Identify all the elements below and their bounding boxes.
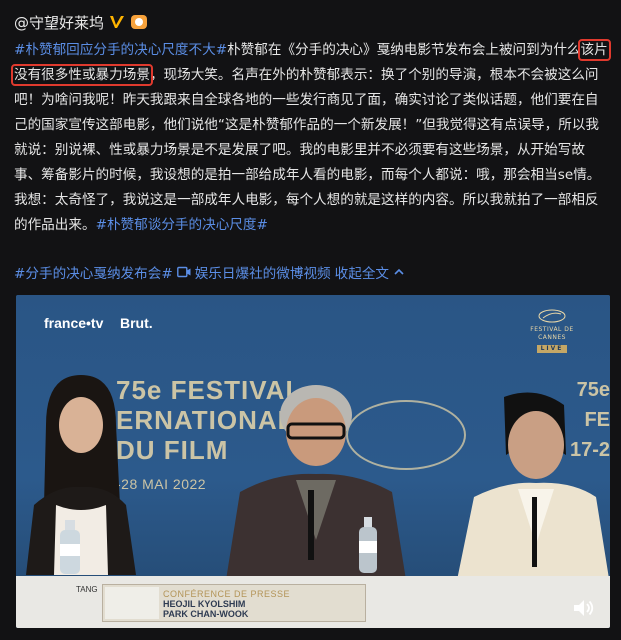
- panelist-center: [226, 385, 406, 580]
- press-conference-nameplate: CONFÉRENCE DE PRESSE HEOJIL KYOLSHIM PAR…: [102, 584, 366, 622]
- post-hashtag-link[interactable]: #朴赞郁回应分手的决心尺度不大#: [14, 42, 227, 58]
- water-bottle-center: [359, 517, 377, 573]
- cannes-nameplate-logo: [105, 587, 159, 619]
- brut-logo: Brut.: [120, 315, 153, 331]
- panelist-right: [456, 392, 610, 585]
- video-source-link[interactable]: 娱乐日爆社的微博视频: [195, 262, 331, 282]
- topic-hashtag-link[interactable]: #分手的决心戛纳发布会#: [14, 262, 173, 282]
- cannes-live-logo: FESTIVAL DE CANNES LIVE: [522, 309, 582, 353]
- nameplate-film: HEOJIL KYOLSHIM: [163, 599, 246, 609]
- post-body: #朴赞郁回应分手的决心尺度不大#朴赞郁在《分手的决心》戛纳电影节发布会上被问到为…: [11, 38, 611, 238]
- collapse-text-button[interactable]: 收起全文: [335, 262, 389, 282]
- speaker-mute-icon[interactable]: [572, 598, 596, 618]
- post-end-hashtag-link[interactable]: #朴赞郁谈分手的决心尺度#: [96, 217, 268, 233]
- post-text-1: 朴赞郁在《分手的决心》戛纳电影节发布会上被问到为什么: [227, 42, 581, 58]
- post-meta-row: #分手的决心戛纳发布会# 娱乐日爆社的微博视频 收起全文: [14, 262, 405, 282]
- fan-badge-icon: [131, 15, 148, 29]
- water-bottle-left: [60, 520, 80, 574]
- post-header: @守望好莱坞: [14, 10, 148, 34]
- live-badge: LIVE: [536, 345, 568, 353]
- france-tv-logo: france•tv: [44, 315, 104, 331]
- cannes-logo-text: FESTIVAL DE CANNES: [530, 326, 574, 341]
- video-player[interactable]: france•tv Brut. FESTIVAL DE CANNES LIVE …: [16, 295, 610, 628]
- verified-v-icon: [110, 16, 125, 28]
- nameplate-text: CONFÉRENCE DE PRESSE HEOJIL KYOLSHIM PAR…: [163, 589, 290, 619]
- post-text-2: ，现场大笑。名声在外的朴赞郁表示：换了个别的导演，根本不会被这么问吧！为啥问我呢…: [14, 67, 601, 233]
- palm-icon: [538, 309, 566, 323]
- chevron-up-icon[interactable]: [393, 267, 405, 277]
- video-source-icon: [176, 266, 191, 278]
- name-card-left: TANG: [76, 585, 98, 594]
- nameplate-title: CONFÉRENCE DE PRESSE: [163, 589, 291, 599]
- username[interactable]: @守望好莱坞: [14, 12, 104, 33]
- nameplate-director: PARK CHAN-WOOK: [163, 609, 249, 619]
